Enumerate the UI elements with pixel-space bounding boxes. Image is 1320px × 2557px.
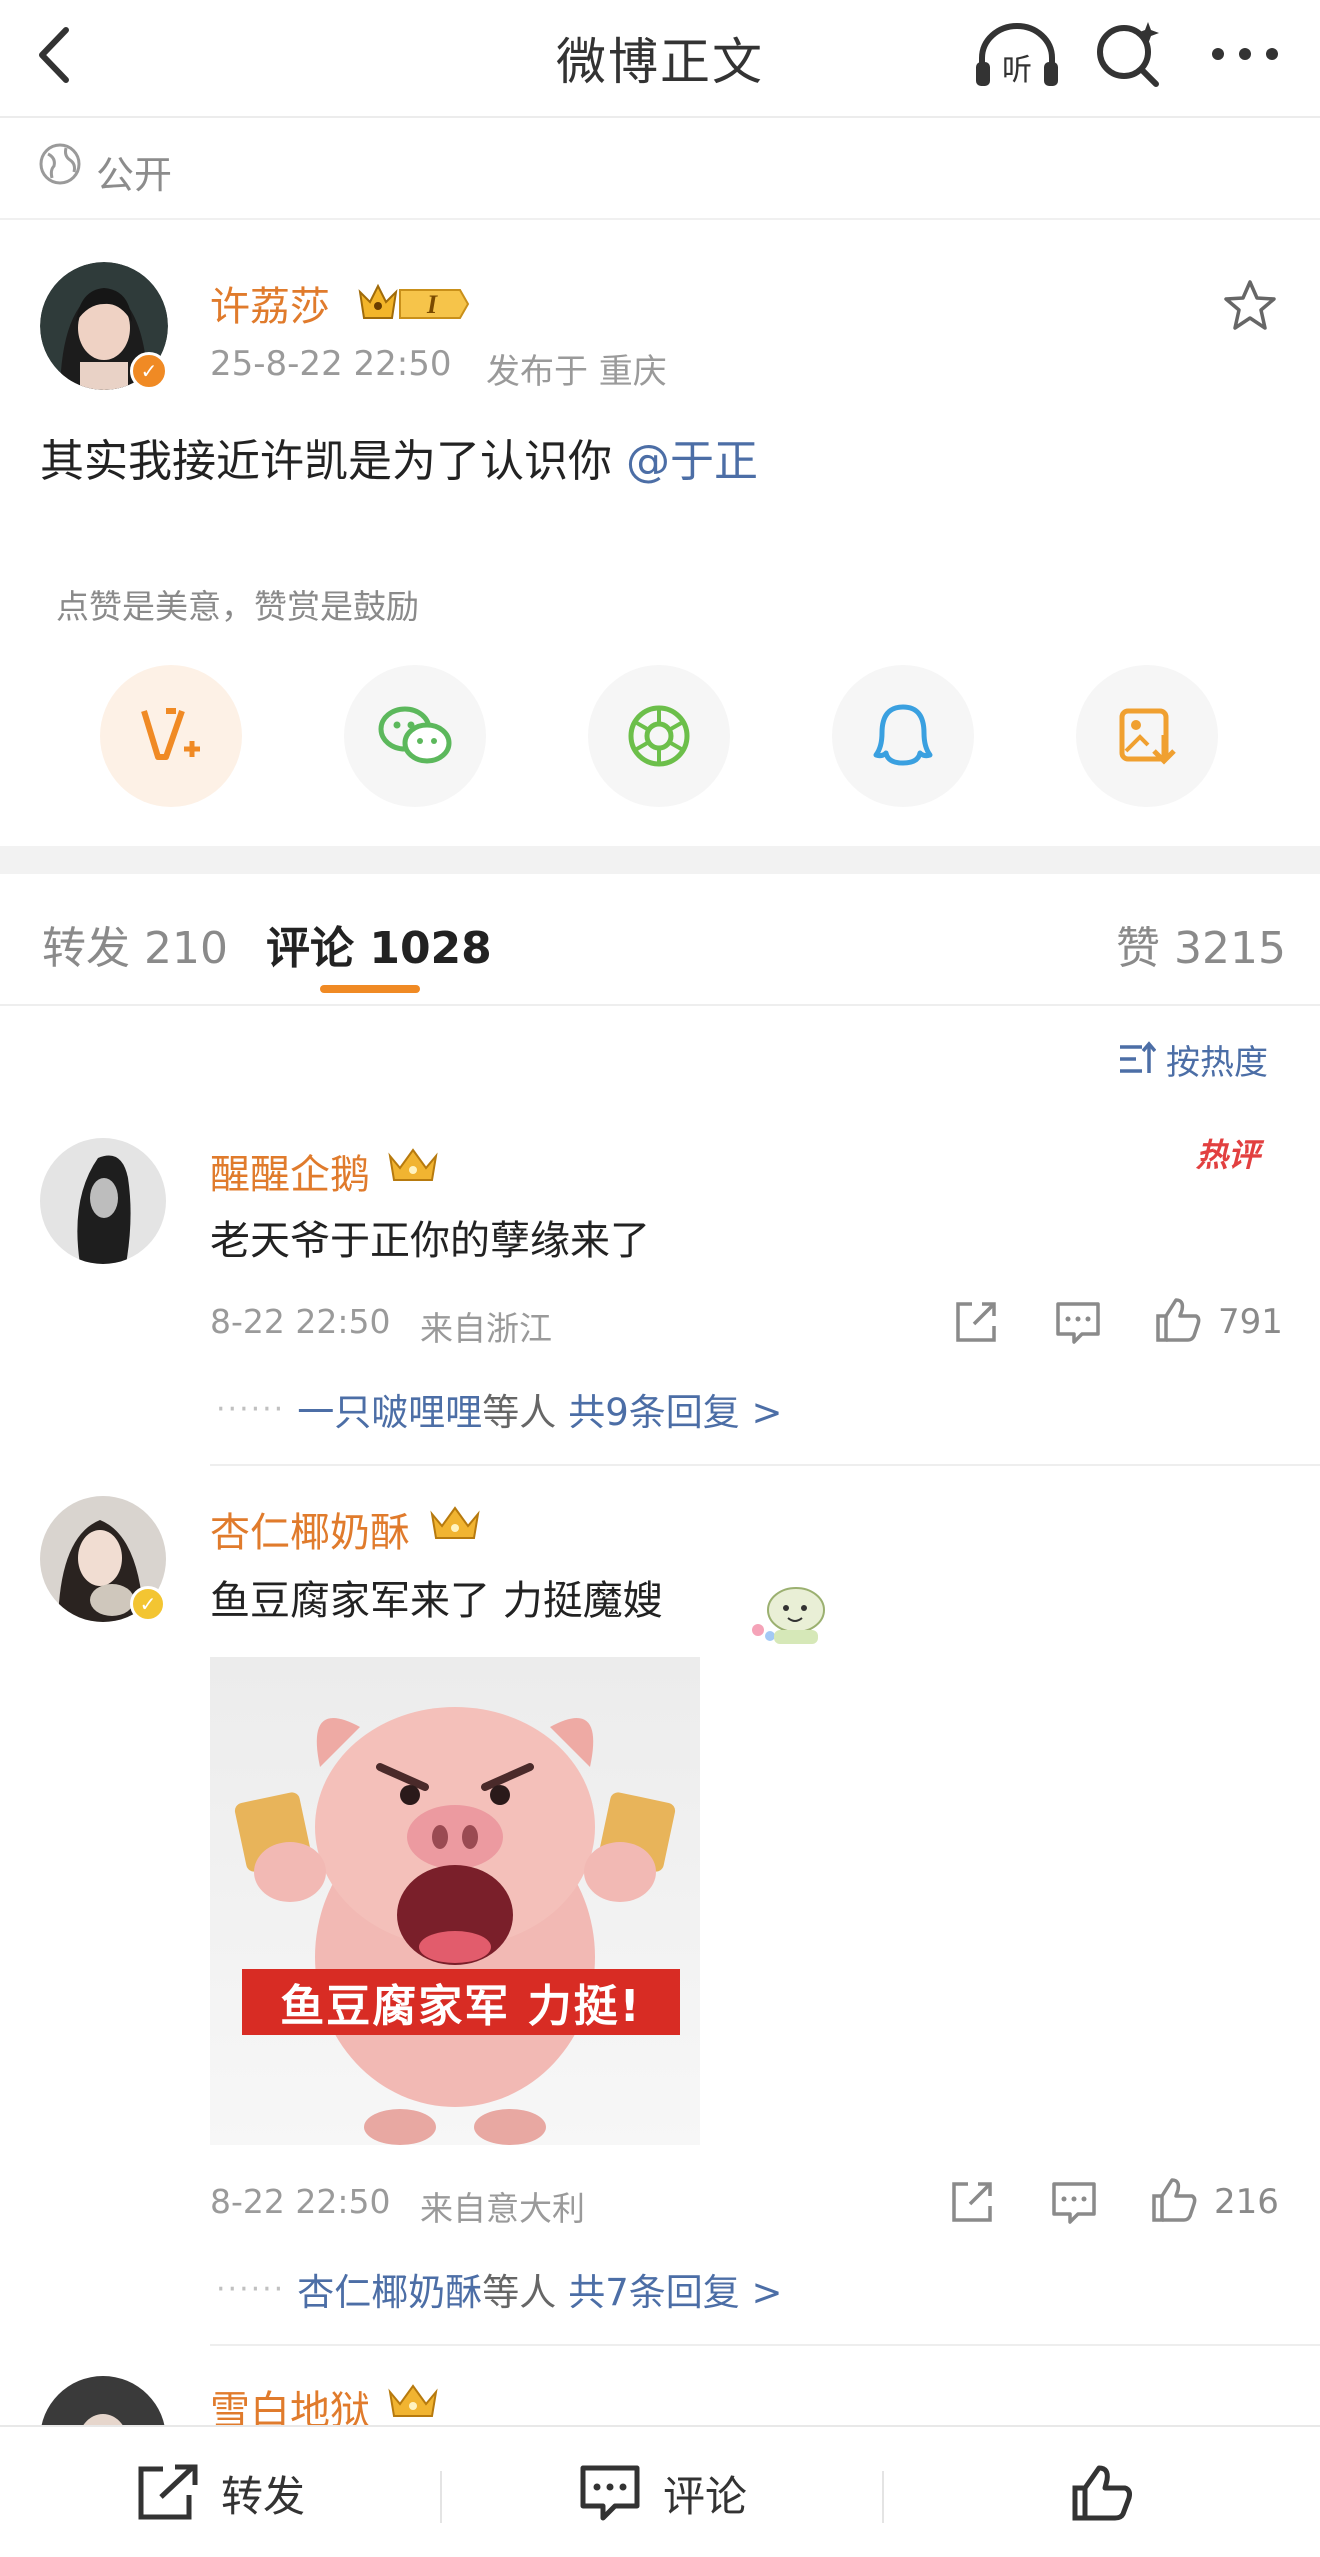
save-image-icon (1119, 708, 1176, 765)
post-location: 发布于 重庆 (486, 352, 667, 392)
reward-button[interactable] (100, 665, 242, 807)
tab-likes-count: 3215 (1174, 923, 1286, 974)
reply-users[interactable]: 杏仁椰奶酥 (297, 2262, 482, 2316)
crown-icon (430, 1506, 480, 1539)
repost-button[interactable]: 转发 (0, 2427, 440, 2557)
comment-text: 鱼豆腐家军来了 力挺魔嫂 (210, 1578, 663, 1624)
hot-comment-badge: 热评 (1196, 1136, 1261, 1174)
post-text: 其实我接近许凯是为了认识你 @于正 (40, 425, 758, 489)
comment-button[interactable]: 评论 (442, 2427, 882, 2557)
sort-icon (1120, 1041, 1156, 1073)
comment-time: 8-22 22:50 (210, 2182, 391, 2221)
active-tab-indicator (320, 985, 420, 993)
comment-divider (210, 2344, 1320, 2346)
reply-summary[interactable]: ······ 一只啵哩哩 等人 共9条回复 > (216, 1382, 783, 1436)
image-caption: 鱼豆腐家军 力挺! (242, 1969, 680, 2035)
member-level-badge: I (358, 283, 470, 319)
reply-comment-icon[interactable] (1052, 1296, 1104, 1348)
reply-count-link[interactable]: 共7条回复 > (568, 2262, 782, 2316)
moments-icon (628, 705, 690, 767)
comment-avatar[interactable]: ✓ (40, 1496, 166, 1622)
crown-icon (388, 2384, 438, 2417)
share-comment-icon[interactable] (946, 2176, 998, 2228)
tabs-divider (0, 1004, 1320, 1006)
post-author-name[interactable]: 许荔莎 (210, 274, 330, 332)
comment-location: 来自意大利 (420, 2189, 585, 2228)
like-icon[interactable] (1148, 2174, 1200, 2226)
repost-icon (138, 2464, 198, 2520)
reply-summary[interactable]: ······ 杏仁椰奶酥 等人 共7条回复 > (216, 2262, 783, 2316)
reply-count-link[interactable]: 共9条回复 > (568, 1382, 782, 1436)
tab-likes[interactable]: 赞 3215 (1116, 912, 1286, 976)
verified-icon: ✓ (130, 1586, 166, 1622)
section-divider (0, 846, 1320, 874)
verified-icon: ✓ (130, 352, 168, 390)
qq-share-button[interactable] (832, 665, 974, 807)
visibility-label: 公开 (96, 153, 173, 197)
mention-link[interactable]: @于正 (626, 436, 758, 487)
reply-dots: ······ (216, 2271, 286, 2307)
like-count: 216 (1214, 2182, 1279, 2222)
crown-icon (388, 1148, 438, 1181)
more-button[interactable] (1200, 18, 1290, 90)
author-avatar[interactable]: ✓ (40, 262, 168, 390)
top-bar: 微博正文 听 (0, 0, 1320, 118)
comment-icon (580, 2465, 640, 2521)
reply-suffix: 等人 (482, 1391, 557, 1434)
comment-time: 8-22 22:50 (210, 1302, 391, 1341)
reply-dots: ······ (216, 1391, 286, 1427)
avatar (40, 1138, 166, 1264)
listen-label: 听 (1002, 53, 1032, 88)
reward-icon (141, 708, 200, 760)
star-icon (1224, 280, 1276, 330)
post-body: 其实我接近许凯是为了认识你 (40, 436, 626, 487)
like-button[interactable] (884, 2427, 1320, 2557)
tab-comments-count: 1028 (369, 923, 492, 974)
tab-likes-label: 赞 (1116, 923, 1160, 974)
sort-label: 按热度 (1166, 1042, 1268, 1083)
wechat-icon (378, 706, 452, 764)
comment-label: 评论 (662, 2471, 747, 2521)
bottom-action-bar: 转发 评论 (0, 2425, 1320, 2557)
sort-button[interactable]: 按热度 (1116, 1034, 1268, 1084)
more-icon (1212, 48, 1278, 60)
tab-repost-count: 210 (144, 923, 228, 974)
tab-comments-label: 评论 (266, 923, 354, 974)
thumbs-up-icon (1072, 2465, 1132, 2521)
reply-comment-icon[interactable] (1048, 2176, 1100, 2228)
headphones-icon: 听 (976, 23, 1058, 88)
comment-avatar[interactable] (40, 1138, 166, 1264)
like-count: 791 (1218, 1302, 1283, 1342)
moments-share-button[interactable] (588, 665, 730, 807)
repost-label: 转发 (220, 2471, 305, 2521)
sticker-emoji-icon (752, 1587, 825, 1644)
level-text: I (426, 290, 438, 319)
tab-repost-label: 转发 (42, 923, 130, 974)
comment-author-name[interactable]: 杏仁椰奶酥 (210, 1500, 410, 1558)
like-icon[interactable] (1152, 1294, 1204, 1346)
comment-author-name[interactable]: 醒醒企鹅 (210, 1142, 370, 1200)
tab-comments[interactable]: 评论 1028 (266, 912, 492, 976)
reward-hint: 点赞是美意，赞赏是鼓励 (56, 587, 419, 626)
globe-icon (39, 143, 81, 185)
reply-users[interactable]: 一只啵哩哩 (297, 1382, 482, 1436)
pig-sticker-image (234, 1707, 676, 2145)
comment-text: 老天爷于正你的孽缘来了 (210, 1218, 650, 1264)
favorite-button[interactable] (1222, 278, 1278, 334)
tab-repost[interactable]: 转发 210 (42, 912, 228, 976)
search-button[interactable] (1092, 18, 1164, 90)
qq-icon (873, 704, 933, 766)
comment-location: 来自浙江 (420, 1309, 552, 1348)
reply-suffix: 等人 (482, 2271, 557, 2314)
wechat-share-button[interactable] (344, 665, 486, 807)
save-image-button[interactable] (1076, 665, 1218, 807)
visibility-row: 公开 (0, 120, 1320, 220)
search-sparkle-icon (1097, 22, 1159, 87)
listen-button[interactable]: 听 (972, 18, 1062, 90)
share-comment-icon[interactable] (950, 1296, 1002, 1348)
post-timestamp: 25-8-22 22:50 (210, 344, 452, 384)
comment-image[interactable]: 鱼豆腐家军 力挺! (210, 1657, 700, 2145)
comment-divider (210, 1464, 1320, 1466)
